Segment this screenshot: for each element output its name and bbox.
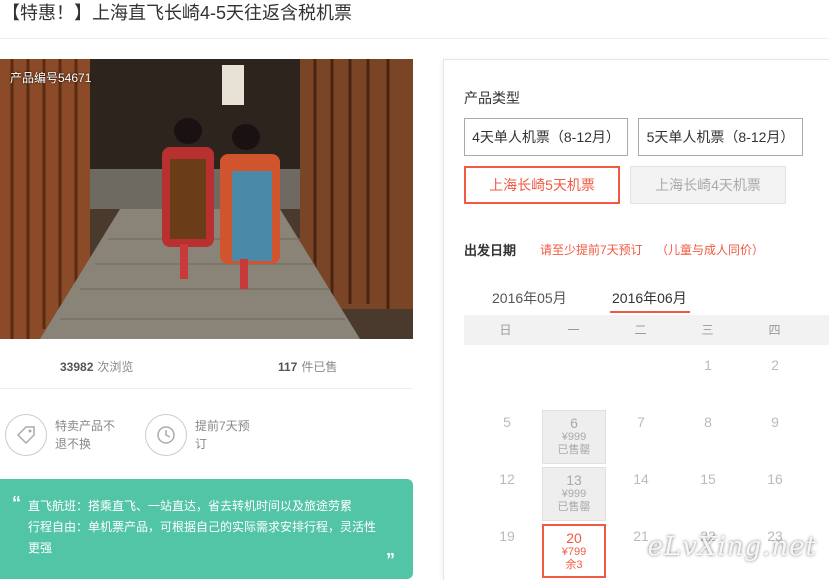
calendar-day-13[interactable]: 13 ¥999 已售罄 <box>542 467 606 521</box>
advance-booking-tip: 请至少提前7天预订 <box>540 243 643 257</box>
option-shanghai-nagasaki-5day[interactable]: 上海长崎5天机票 <box>464 166 620 204</box>
calendar-day-14[interactable]: 14 <box>609 467 673 521</box>
calendar-day-2[interactable]: 2 <box>743 353 807 407</box>
divider <box>0 38 829 39</box>
sold-stat: 117 件已售 <box>278 360 338 374</box>
weekday-mon: 一 <box>567 323 580 337</box>
feature-no-refund: 特卖产品不 退不换 <box>5 412 135 458</box>
active-month-underline <box>610 311 690 313</box>
quote-open-icon: “ <box>12 493 21 513</box>
booking-panel: 产品类型 4天单人机票（8-12月） 5天单人机票（8-12月） 上海长崎5天机… <box>443 59 829 580</box>
weekday-sun: 日 <box>499 323 512 337</box>
page-title: 【特惠！】上海直飞长崎4-5天往返含税机票 <box>0 0 829 36</box>
weekday-tue: 二 <box>634 323 647 337</box>
views-stat: 33982 次浏览 <box>60 360 134 374</box>
product-type-label: 产品类型 <box>464 90 520 106</box>
calendar-day-8[interactable]: 8 <box>676 410 740 464</box>
promo-line-3: 更强 <box>28 541 53 555</box>
geisha-street-image <box>0 59 413 339</box>
calendar-day-6[interactable]: 6 ¥999 已售罄 <box>542 410 606 464</box>
quote-close-icon: ” <box>386 550 395 570</box>
weekday-header: 日 一 二 三 四 <box>464 315 829 345</box>
tab-month-june[interactable]: 2016年06月 <box>612 288 687 308</box>
calendar-day-16[interactable]: 16 <box>743 467 807 521</box>
clock-icon <box>145 414 187 456</box>
promo-box: “ 直飞航班：搭乘直飞、一站直达，省去转机时间以及旅途劳累 行程自由：单机票产品… <box>0 479 413 579</box>
calendar-day-9[interactable]: 9 <box>743 410 807 464</box>
weekday-thu: 四 <box>768 323 781 337</box>
feature-book-ahead: 提前7天预订 <box>145 412 275 458</box>
stats-bar: 33982 次浏览 117 件已售 <box>0 339 413 389</box>
calendar-day-20-selected[interactable]: 20 ¥799 余3 <box>542 524 606 578</box>
promo-line-2: 行程自由：单机票产品，可根据自己的实际需求安排行程，灵活性 <box>28 520 377 534</box>
calendar-day-7[interactable]: 7 <box>609 410 673 464</box>
weekday-wed: 三 <box>701 323 714 337</box>
option-shanghai-nagasaki-4day[interactable]: 上海长崎4天机票 <box>630 166 786 204</box>
product-number: 产品编号54671 <box>10 71 92 85</box>
child-price-tip: （儿童与成人同价） <box>656 243 765 257</box>
calendar-day-19[interactable]: 19 <box>475 524 539 578</box>
calendar-day-1[interactable]: 1 <box>676 353 740 407</box>
calendar-day-12[interactable]: 12 <box>475 467 539 521</box>
departure-date-label: 出发日期 <box>464 243 517 258</box>
calendar-day-5[interactable]: 5 <box>475 410 539 464</box>
calendar-day-15[interactable]: 15 <box>676 467 740 521</box>
product-photo: 产品编号54671 <box>0 59 413 339</box>
option-5day-single[interactable]: 5天单人机票（8-12月） <box>638 118 803 156</box>
tag-icon <box>5 414 47 456</box>
tab-month-may[interactable]: 2016年05月 <box>492 288 567 308</box>
left-column: 产品编号54671 33982 次浏览 117 件已售 特卖产品不 退不换 提前7天预… <box>0 59 413 580</box>
watermark: eLvXing.net <box>647 532 817 562</box>
option-4day-single[interactable]: 4天单人机票（8-12月） <box>464 118 628 156</box>
promo-line-1: 直飞航班：搭乘直飞、一站直达，省去转机时间以及旅途劳累 <box>28 499 353 513</box>
